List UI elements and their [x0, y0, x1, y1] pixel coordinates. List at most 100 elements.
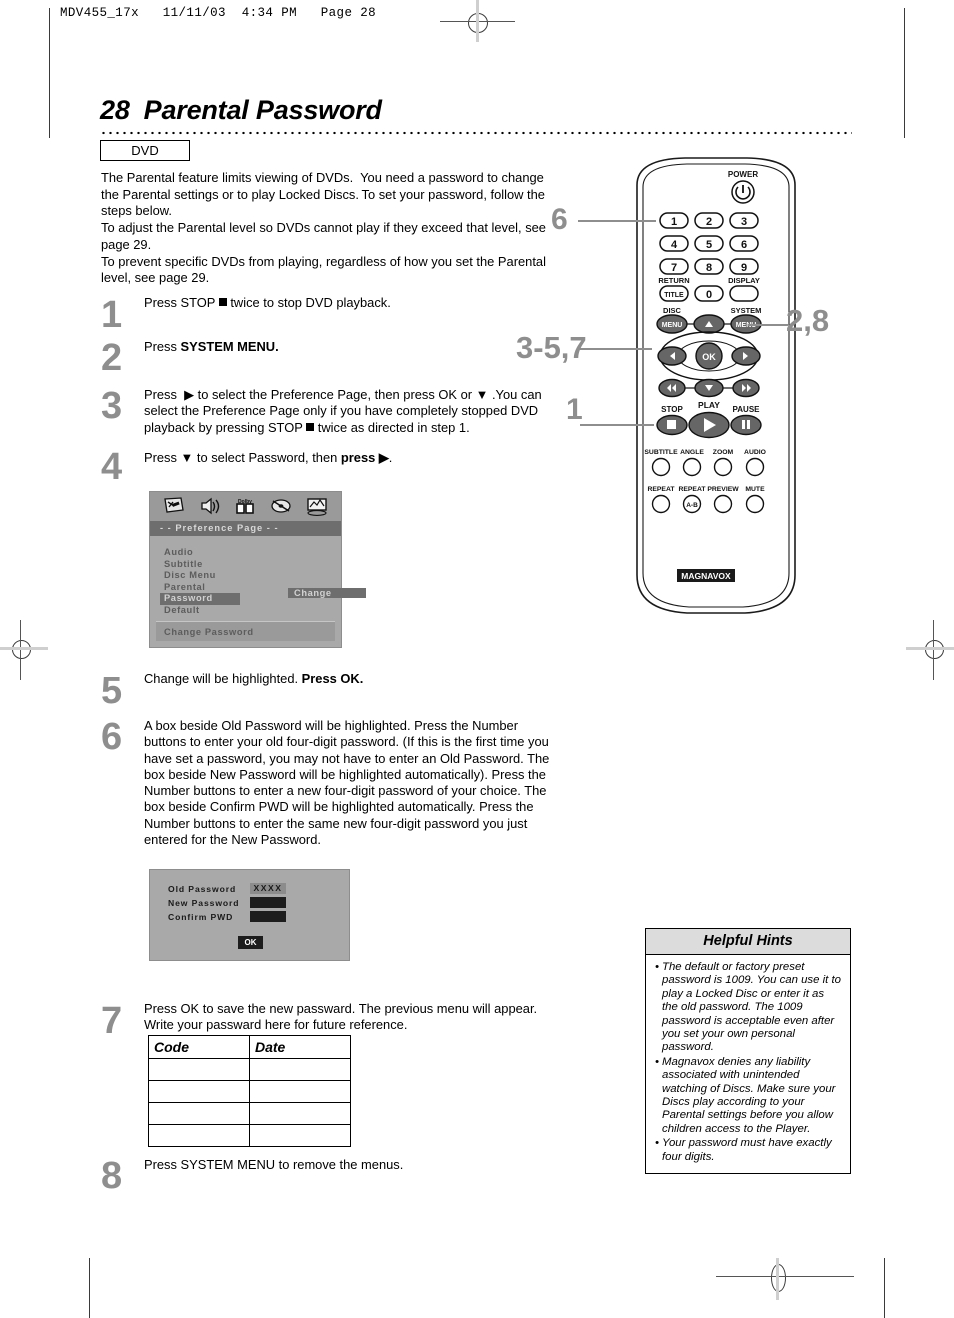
osd-item-default[interactable]: Default [160, 605, 204, 617]
step-number-3: 3 [101, 385, 123, 427]
osd-row: Audio [160, 542, 341, 557]
osd-menu-list: Audio Subtitle Disc Menu Parental Passwo… [150, 536, 366, 615]
osd-preference-screen: Dolby - - Preference Page - - Audio Subt… [149, 491, 366, 648]
cell-date[interactable] [249, 1080, 351, 1103]
callout-2-8: 2,8 [786, 303, 830, 338]
svg-text:0: 0 [706, 289, 712, 301]
crop-mark-left-bottom [89, 1258, 90, 1318]
remote-control-illustration: POWER 123 456 789 RETURN DISPLAY TITLE 0… [625, 155, 805, 630]
svg-text:ANGLE: ANGLE [680, 449, 704, 456]
svg-text:MAGNAVOX: MAGNAVOX [681, 571, 731, 581]
osd-value-change[interactable]: Change [288, 588, 366, 599]
svg-text:6: 6 [741, 239, 747, 251]
confirm-pwd-field[interactable] [250, 911, 286, 922]
media-type-badge: DVD [100, 140, 190, 161]
svg-text:STOP: STOP [661, 405, 683, 414]
svg-text:DISPLAY: DISPLAY [728, 276, 760, 285]
crop-mark-right-top [904, 8, 905, 138]
table-row [148, 1058, 351, 1081]
step-number-7: 7 [101, 1000, 123, 1042]
svg-text:4: 4 [671, 239, 678, 251]
step-text-6: A box beside Old Password will be highli… [144, 718, 550, 848]
svg-text:5: 5 [706, 239, 712, 251]
svg-text:8: 8 [706, 262, 712, 274]
step-number-8: 8 [101, 1155, 123, 1197]
hint-item: • Magnavox denies any liability associat… [652, 1056, 842, 1136]
svg-text:7: 7 [671, 262, 677, 274]
step-text-2: Press SYSTEM MENU. [144, 339, 279, 354]
step-text-7: Press OK to save the new passward. The p… [144, 1001, 538, 1033]
hint-text: Your password must have exactly four dig… [662, 1137, 832, 1163]
svg-text:MENU: MENU [662, 322, 683, 329]
svg-text:2: 2 [706, 216, 712, 228]
helpful-hints-box: Helpful Hints • The default or factory p… [645, 928, 851, 1175]
svg-text:RETURN: RETURN [658, 276, 689, 285]
audio-setup-icon [199, 497, 221, 516]
svg-text:A-B: A-B [686, 502, 698, 509]
table-row [148, 1124, 351, 1147]
svg-text:REPEAT: REPEAT [678, 486, 706, 493]
table-header-date: Date [249, 1035, 351, 1059]
osd-icon-row: Dolby [150, 492, 341, 521]
hint-text: The default or factory preset password i… [662, 961, 841, 1054]
bullet-glyph: • [655, 1055, 659, 1068]
step-number-1: 1 [101, 294, 123, 336]
svg-text:OK: OK [702, 352, 716, 362]
step-number-6: 6 [101, 716, 123, 758]
dolby-setup-icon: Dolby [234, 497, 256, 516]
osd-row: Default [160, 600, 341, 615]
callout-3-5-7: 3-5,7 [516, 330, 587, 365]
osd-row: Parental [160, 577, 341, 592]
svg-text:MUTE: MUTE [745, 486, 765, 493]
osd-row: Password Change [160, 588, 366, 605]
cell-date[interactable] [249, 1124, 351, 1147]
svg-text:PLAY: PLAY [698, 400, 720, 410]
cell-date[interactable] [249, 1102, 351, 1125]
dotted-rule [100, 131, 852, 135]
svg-text:PAUSE: PAUSE [733, 405, 761, 414]
page-number: 28 [100, 95, 130, 125]
stop-square-glyph [218, 298, 227, 306]
confirm-pwd-label: Confirm PWD [168, 912, 234, 922]
osd-footer-text: Change Password [164, 627, 254, 637]
osd-ok-button[interactable]: OK [238, 936, 263, 949]
callout-leader-2-8 [748, 324, 788, 326]
file-timestamp: MDV455_17x 11/11/03 4:34 PM Page 28 [60, 6, 377, 20]
svg-text:ZOOM: ZOOM [713, 449, 734, 456]
svg-text:DISC: DISC [663, 306, 682, 315]
page-title-text: Parental Password [143, 95, 382, 125]
hint-item: • The default or factory preset password… [652, 961, 842, 1055]
svg-text:AUDIO: AUDIO [744, 449, 766, 456]
helpful-hints-body: • The default or factory preset password… [646, 955, 850, 1173]
svg-text:3: 3 [741, 216, 747, 228]
cell-date[interactable] [249, 1058, 351, 1081]
old-password-field[interactable]: XXXX [250, 883, 286, 894]
preference-setup-icon [306, 497, 328, 516]
stop-square-glyph-2 [306, 422, 315, 431]
new-password-field[interactable] [250, 897, 286, 908]
step-text-8: Press SYSTEM MENU to remove the menus. [144, 1157, 404, 1172]
step-number-4: 4 [101, 446, 123, 488]
step-text-4: Press ▼ to select Password, then press ▶… [144, 450, 393, 465]
svg-text:SYSTEM: SYSTEM [731, 306, 762, 315]
page-title: 28 Parental Password [100, 95, 382, 126]
cell-code[interactable] [148, 1080, 250, 1103]
callout-1: 1 [566, 393, 583, 426]
bullet-glyph: • [655, 1137, 659, 1150]
step-text-1: Press STOP twice to stop DVD playback. [144, 295, 391, 310]
password-record-table: Code Date [148, 1035, 351, 1147]
callout-leader-6 [578, 220, 656, 222]
cell-code[interactable] [148, 1058, 250, 1081]
osd-row: Subtitle [160, 554, 341, 569]
table-header-code: Code [148, 1035, 250, 1059]
svg-text:9: 9 [741, 262, 747, 274]
cell-code[interactable] [148, 1102, 250, 1125]
svg-text:SUBTITLE: SUBTITLE [644, 449, 678, 456]
callout-leader-1 [580, 424, 654, 426]
step-number-2: 2 [101, 337, 123, 379]
step-text-5: Change will be highlighted. Press OK. [144, 671, 364, 686]
video-setup-icon [270, 497, 292, 516]
cell-code[interactable] [148, 1124, 250, 1147]
callout-leader-3-5-7 [580, 348, 652, 350]
svg-text:1: 1 [671, 216, 677, 228]
